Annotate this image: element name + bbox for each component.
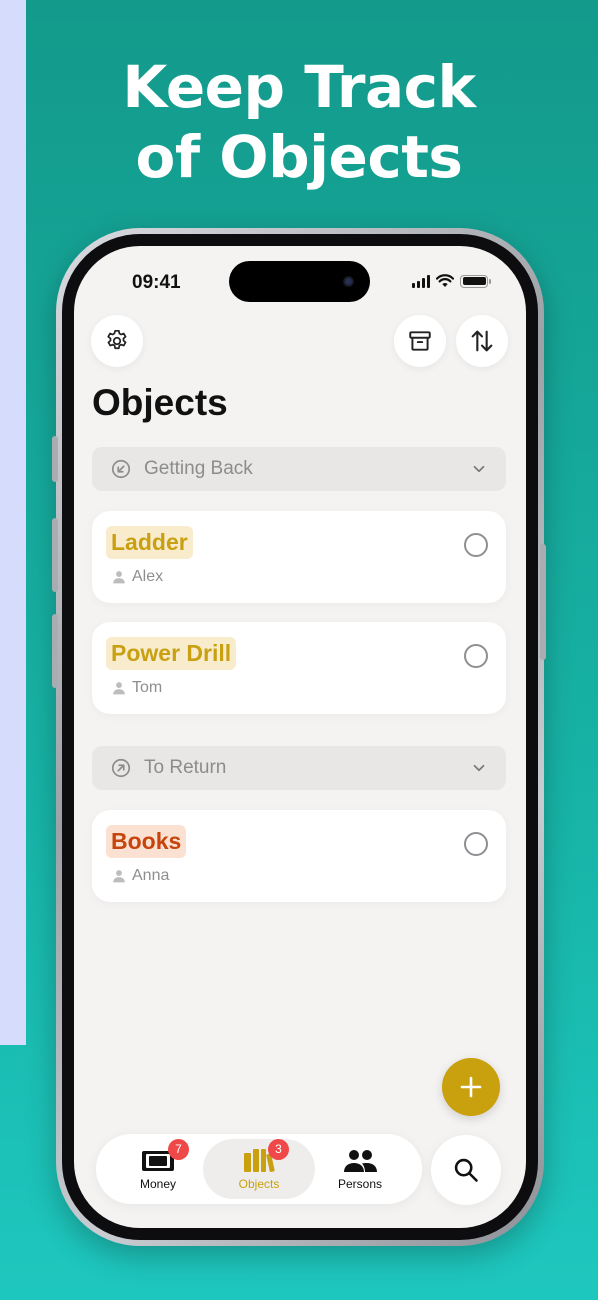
tab-label: Persons xyxy=(337,1177,383,1191)
return-checkbox[interactable] xyxy=(464,644,488,668)
object-card-power-drill[interactable]: Power Drill Tom xyxy=(92,622,506,714)
person-name: Tom xyxy=(132,679,163,696)
page-title: Objects xyxy=(92,382,228,423)
headline-line-1: Keep Track xyxy=(122,53,476,121)
return-checkbox[interactable] xyxy=(464,832,488,856)
phone-screen: 09:41 Objects Getting Back Ladder Alex P… xyxy=(74,246,526,1228)
object-name: Ladder xyxy=(106,526,193,559)
marketing-headline: Keep Track of Objects xyxy=(0,52,598,192)
sort-button[interactable] xyxy=(456,315,508,367)
tab-objects[interactable]: 3 Objects xyxy=(203,1139,315,1199)
tab-label: Money xyxy=(139,1177,177,1191)
person-icon xyxy=(113,571,125,584)
search-button[interactable] xyxy=(431,1135,501,1205)
object-name: Books xyxy=(106,825,187,858)
headline-line-2: of Objects xyxy=(135,123,463,191)
person-icon xyxy=(113,870,125,883)
two-persons-icon xyxy=(344,1150,377,1172)
object-person: Alex xyxy=(112,568,163,586)
archive-box-icon xyxy=(409,331,431,351)
object-person: Anna xyxy=(112,867,169,885)
section-label: Getting Back xyxy=(144,458,253,479)
battery-icon xyxy=(460,274,491,288)
phone-volume-down xyxy=(52,614,58,688)
object-card-books[interactable]: Books Anna xyxy=(92,810,506,902)
chevron-down-icon xyxy=(473,764,485,772)
person-icon xyxy=(113,682,125,695)
object-card-ladder[interactable]: Ladder Alex xyxy=(92,511,506,603)
settings-button[interactable] xyxy=(91,315,143,367)
chevron-down-icon xyxy=(473,465,485,473)
arrow-up-right-circle-icon xyxy=(111,758,131,778)
object-person: Tom xyxy=(112,679,162,697)
status-time: 09:41 xyxy=(132,272,181,293)
objects-badge: 3 xyxy=(268,1139,289,1160)
camera-icon xyxy=(343,276,354,287)
arrow-down-left-circle-icon xyxy=(111,459,131,479)
tab-money[interactable]: 7 Money xyxy=(102,1139,214,1199)
section-header-getting-back[interactable]: Getting Back xyxy=(92,447,506,491)
section-header-to-return[interactable]: To Return xyxy=(92,746,506,790)
section-label: To Return xyxy=(144,757,227,778)
person-name: Anna xyxy=(132,867,170,884)
money-badge: 7 xyxy=(168,1139,189,1160)
add-object-button[interactable] xyxy=(442,1058,500,1116)
person-name: Alex xyxy=(132,568,164,585)
phone-action-button xyxy=(52,436,58,482)
wifi-icon xyxy=(436,274,454,287)
status-icons xyxy=(412,274,491,288)
dynamic-island xyxy=(229,261,370,302)
return-checkbox[interactable] xyxy=(464,533,488,557)
plus-icon xyxy=(460,1076,482,1098)
tab-label: Objects xyxy=(238,1177,280,1191)
tab-persons[interactable]: Persons xyxy=(304,1139,416,1199)
tab-bar: 7 Money 3 Objects Persons xyxy=(96,1134,422,1204)
phone-power-button xyxy=(540,544,546,660)
object-name: Power Drill xyxy=(106,637,237,670)
gear-icon xyxy=(107,329,127,350)
cellular-signal-icon xyxy=(412,274,430,288)
sort-arrows-icon xyxy=(471,330,493,352)
phone-volume-up xyxy=(52,518,58,592)
search-icon xyxy=(454,1158,478,1182)
archive-button[interactable] xyxy=(394,315,446,367)
